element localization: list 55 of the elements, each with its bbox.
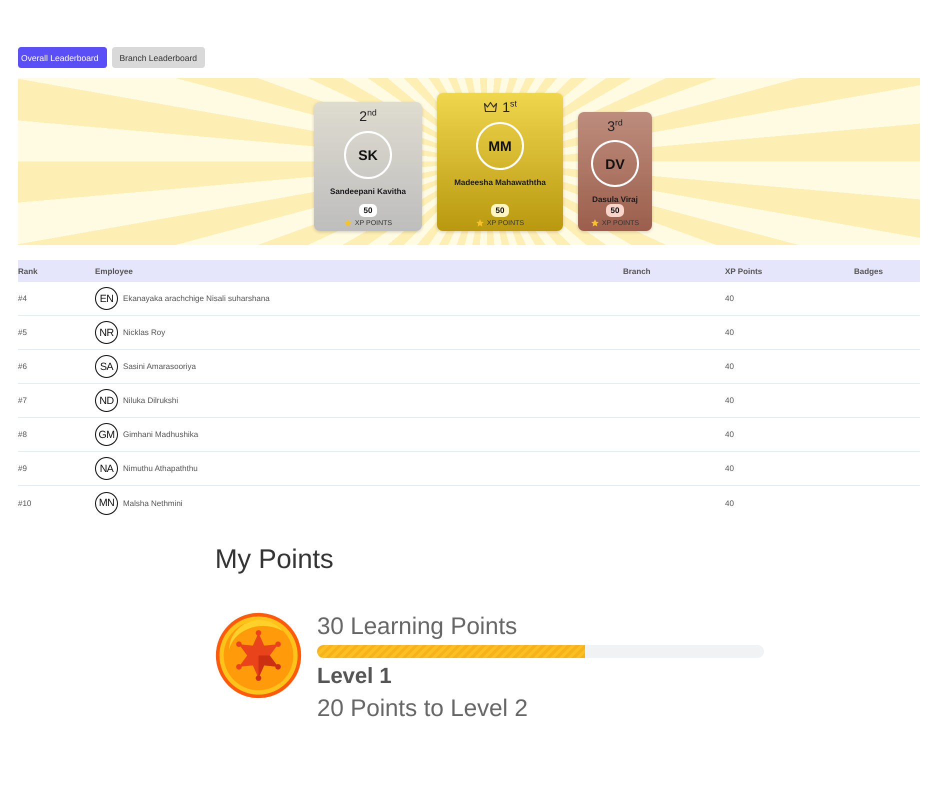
employee-name: Ekanayaka arachchige Nisali suharshana — [123, 294, 270, 303]
level-label: Level 1 — [317, 662, 393, 690]
rank-cell-text: #5 — [18, 328, 28, 337]
column-header: Rank — [18, 266, 39, 276]
xp-points-cell-text: 40 — [725, 498, 735, 508]
avatar: MM — [476, 122, 524, 170]
section-title: My Points — [215, 543, 335, 576]
points-pill: 50 — [358, 204, 378, 217]
avatar: EN — [95, 287, 118, 310]
employee-name: Gimhani Madhushika — [123, 430, 198, 439]
avatar: GM — [95, 423, 118, 446]
xp-points-cell-text: 40 — [725, 464, 735, 473]
xp-points-cell-text: 40 — [725, 328, 735, 337]
employee-name: Nimuthu Athapaththu — [123, 464, 198, 473]
avatar: DV — [591, 140, 639, 187]
employee-name: Sasini Amarasooriya — [123, 362, 196, 371]
xp-points-cell-text: 40 — [725, 396, 735, 405]
column-header: Branch — [623, 266, 652, 276]
column-header: XP Points — [725, 266, 764, 276]
xp-points-cell-text: 40 — [725, 294, 735, 303]
employee-name: Madeesha Mahawaththa — [454, 178, 546, 187]
employee-name: Nicklas Roy — [123, 328, 166, 337]
points-pill: 50 — [606, 204, 624, 217]
place-label: 3$^{rd}$ — [607, 116, 623, 135]
avatar: MN — [95, 492, 118, 514]
column-header: Employee — [95, 266, 134, 276]
xp-points-cell-text: 40 — [725, 362, 735, 371]
place-label: 2$^{nd}$ — [359, 107, 377, 125]
next-level-text: 20 Points to Level 2 — [317, 694, 529, 724]
rank-cell-text: #8 — [18, 430, 28, 439]
star-icon — [344, 219, 352, 227]
employee-name: Niluka Dilrukshi — [123, 396, 178, 405]
leaderboard-tab[interactable]: Overall Leaderboard — [18, 47, 106, 68]
xp-points-cell-text: 40 — [725, 430, 735, 439]
rank-cell-text: #6 — [18, 362, 28, 371]
employee-name: Sandeepani Kavitha — [330, 187, 406, 196]
rank-cell-text: #9 — [18, 464, 28, 473]
points-pill: 50 — [490, 204, 510, 217]
rank-cell-text: #7 — [18, 396, 28, 405]
star-icon — [476, 219, 484, 227]
employee-name: Malsha Nethmini — [123, 498, 183, 508]
rank-cell-text: #4 — [18, 294, 28, 303]
column-header: Badges — [854, 266, 884, 276]
employee-name: Dasula Viraj — [592, 195, 638, 204]
avatar: NR — [95, 321, 118, 344]
rank-cell-text: #10 — [18, 498, 32, 508]
medal-icon — [215, 612, 302, 699]
avatar: SK — [344, 131, 392, 179]
avatar: SA — [95, 355, 118, 378]
star-icon — [590, 219, 599, 227]
learning-points: 30 Learning Points — [317, 612, 518, 642]
leaderboard-tab[interactable]: Branch Leaderboard — [112, 47, 206, 68]
place-label: 1$^{st}$ — [502, 98, 517, 116]
avatar: ND — [95, 389, 118, 412]
avatar: NA — [95, 457, 118, 480]
